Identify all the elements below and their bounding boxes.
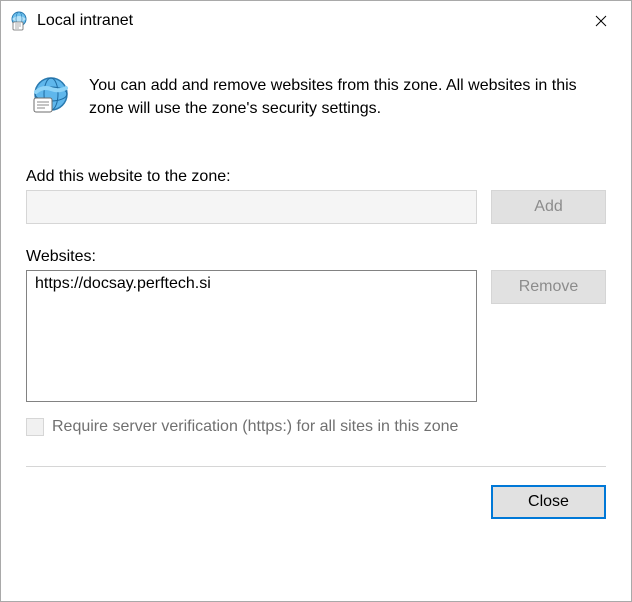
close-icon[interactable] bbox=[578, 6, 623, 36]
list-item[interactable]: https://docsay.perftech.si bbox=[33, 274, 470, 294]
globe-shield-icon bbox=[9, 11, 29, 31]
window-title: Local intranet bbox=[37, 12, 578, 30]
add-button[interactable]: Add bbox=[491, 190, 606, 224]
require-verification-label: Require server verification (https:) for… bbox=[52, 418, 458, 436]
close-button[interactable]: Close bbox=[491, 485, 606, 519]
titlebar: Local intranet bbox=[1, 1, 631, 41]
divider bbox=[26, 466, 606, 467]
info-row: You can add and remove websites from thi… bbox=[26, 56, 606, 140]
add-website-input[interactable] bbox=[26, 190, 477, 224]
add-field-label: Add this website to the zone: bbox=[26, 168, 606, 186]
websites-listbox[interactable]: https://docsay.perftech.si bbox=[26, 270, 477, 402]
dialog-content: You can add and remove websites from thi… bbox=[1, 41, 631, 539]
require-verification-checkbox[interactable] bbox=[26, 418, 44, 436]
remove-button[interactable]: Remove bbox=[491, 270, 606, 304]
websites-field-label: Websites: bbox=[26, 248, 606, 266]
info-text: You can add and remove websites from thi… bbox=[89, 74, 596, 120]
require-verification-row[interactable]: Require server verification (https:) for… bbox=[26, 418, 606, 436]
zone-globe-icon bbox=[31, 74, 71, 114]
footer: Close bbox=[26, 485, 606, 519]
